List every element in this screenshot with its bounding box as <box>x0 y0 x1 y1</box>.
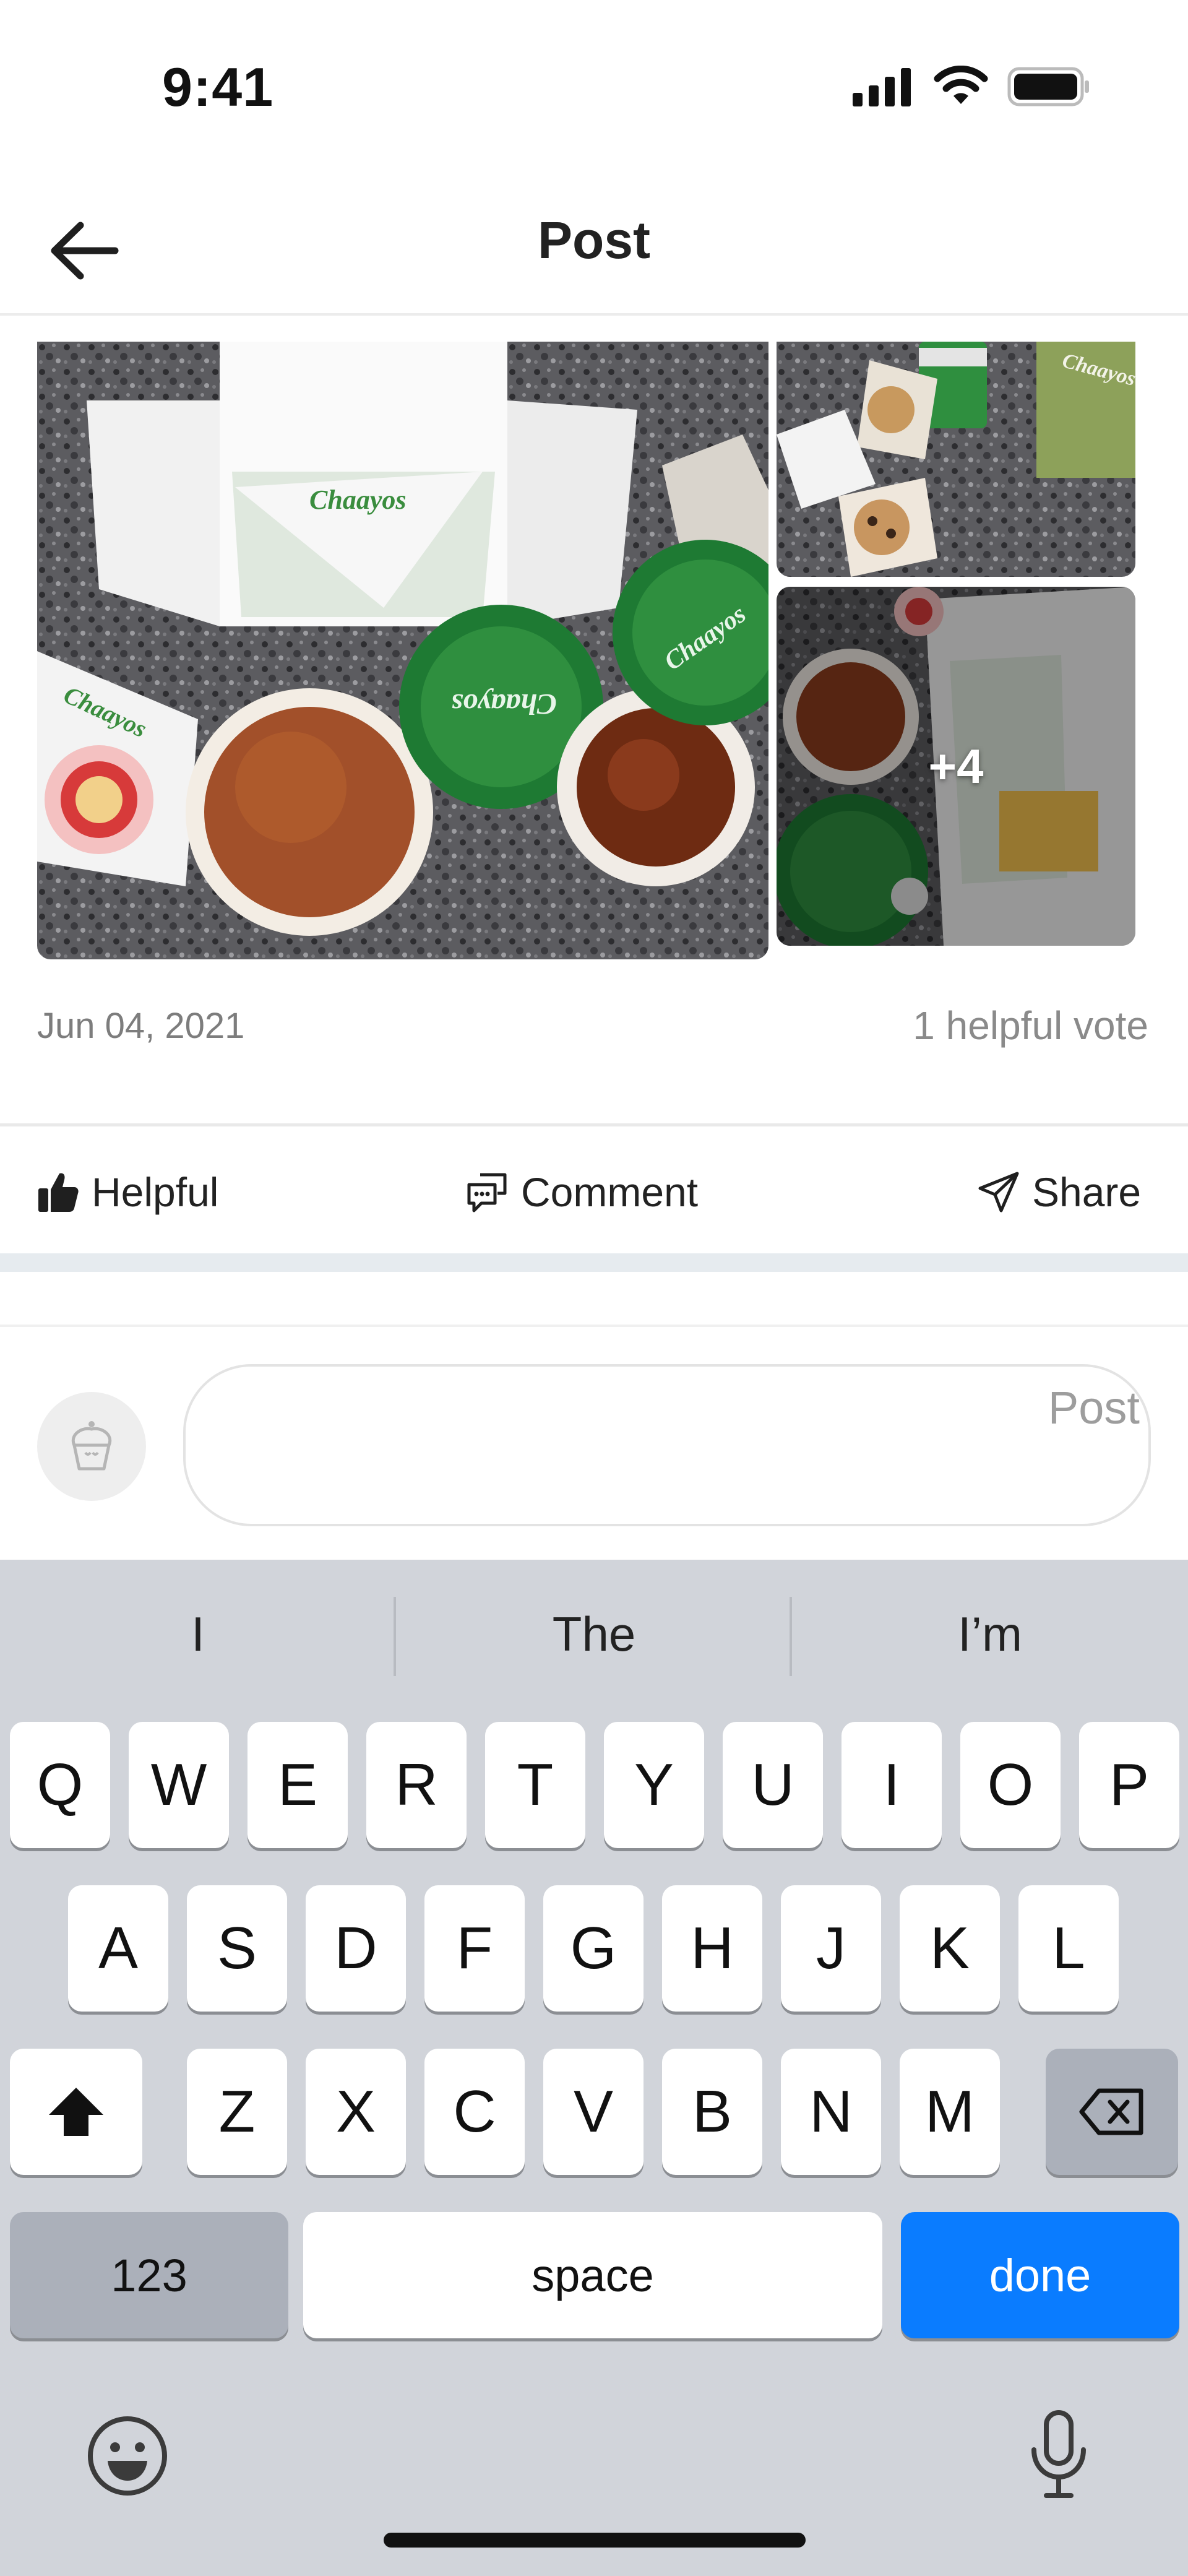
post-date: Jun 04, 2021 <box>37 1006 245 1046</box>
comment-post-button[interactable]: Post <box>1048 1381 1140 1434</box>
key-k[interactable]: K <box>900 1885 1000 2012</box>
key-a[interactable]: A <box>68 1885 168 2012</box>
share-button[interactable]: Share <box>976 1164 1141 1221</box>
divider <box>0 1123 1188 1126</box>
key-f[interactable]: F <box>424 1885 525 2012</box>
comment-composer: Post <box>0 1325 1188 1560</box>
more-photos-count: +4 <box>928 738 984 793</box>
key-z[interactable]: Z <box>187 2049 287 2175</box>
key-m[interactable]: M <box>900 2049 1000 2175</box>
key-i[interactable]: I <box>842 1722 942 1848</box>
key-n[interactable]: N <box>781 2049 881 2175</box>
key-e[interactable]: E <box>248 1722 348 1848</box>
header-bar: Post <box>0 142 1188 316</box>
thumbs-up-icon <box>38 1173 79 1212</box>
page-title: Post <box>537 211 651 269</box>
helpful-button[interactable]: Helpful <box>36 1164 218 1221</box>
comment-label: Comment <box>521 1169 699 1215</box>
comment-input[interactable] <box>183 1364 1151 1526</box>
helpful-votes-count[interactable]: 1 helpful vote <box>913 1003 1148 1048</box>
signal-icon <box>853 68 911 106</box>
suggestion-2[interactable]: The <box>396 1606 792 1662</box>
keyboard: I The I’m Q W E R T Y U I O P A S D F G … <box>0 1560 1188 2576</box>
key-l[interactable]: L <box>1018 1885 1119 2012</box>
suggestion-3[interactable]: I’m <box>792 1606 1188 1662</box>
wifi-icon <box>934 66 988 104</box>
key-b[interactable]: B <box>662 2049 762 2175</box>
key-s[interactable]: S <box>187 1885 287 2012</box>
suggestion-1[interactable]: I <box>0 1606 396 1662</box>
key-t[interactable]: T <box>485 1722 585 1848</box>
key-r[interactable]: R <box>366 1722 467 1848</box>
shift-icon <box>49 2088 103 2136</box>
helpful-label: Helpful <box>92 1169 219 1215</box>
share-icon <box>978 1172 1019 1212</box>
brand-text: Chaayos <box>309 485 406 515</box>
key-v[interactable]: V <box>543 2049 644 2175</box>
shift-key[interactable] <box>10 2049 142 2175</box>
comment-icon <box>467 1173 507 1212</box>
status-time: 9:41 <box>162 56 274 118</box>
post-photo-more[interactable]: +4 <box>777 587 1135 946</box>
share-label: Share <box>1032 1169 1142 1215</box>
backspace-icon <box>1079 2088 1143 2135</box>
key-p[interactable]: P <box>1079 1722 1179 1848</box>
key-o[interactable]: O <box>960 1722 1061 1848</box>
microphone-icon[interactable] <box>1025 2409 1093 2502</box>
svg-text:Chaayos: Chaayos <box>451 688 557 720</box>
key-u[interactable]: U <box>723 1722 823 1848</box>
key-y[interactable]: Y <box>604 1722 704 1848</box>
key-g[interactable]: G <box>543 1885 644 2012</box>
key-d[interactable]: D <box>306 1885 406 2012</box>
avatar <box>37 1392 146 1501</box>
key-w[interactable]: W <box>129 1722 229 1848</box>
post-photo-2[interactable]: Chaayos <box>777 342 1135 577</box>
comment-button[interactable]: Comment <box>465 1164 698 1221</box>
section-divider <box>0 1253 1188 1272</box>
space-key[interactable]: space <box>303 2212 882 2338</box>
key-x[interactable]: X <box>306 2049 406 2175</box>
backspace-key[interactable] <box>1046 2049 1178 2175</box>
cupcake-icon <box>71 1421 112 1471</box>
post-photo-main[interactable]: Chaayos Chaayos Chaayos Chaayos <box>37 342 768 959</box>
numbers-key[interactable]: 123 <box>10 2212 288 2338</box>
emoji-icon[interactable] <box>85 2414 170 2498</box>
key-h[interactable]: H <box>662 1885 762 2012</box>
key-j[interactable]: J <box>781 1885 881 2012</box>
home-indicator[interactable] <box>384 2533 806 2548</box>
key-q[interactable]: Q <box>10 1722 110 1848</box>
done-key[interactable]: done <box>901 2212 1179 2338</box>
battery-icon <box>1007 67 1089 106</box>
key-c[interactable]: C <box>424 2049 525 2175</box>
